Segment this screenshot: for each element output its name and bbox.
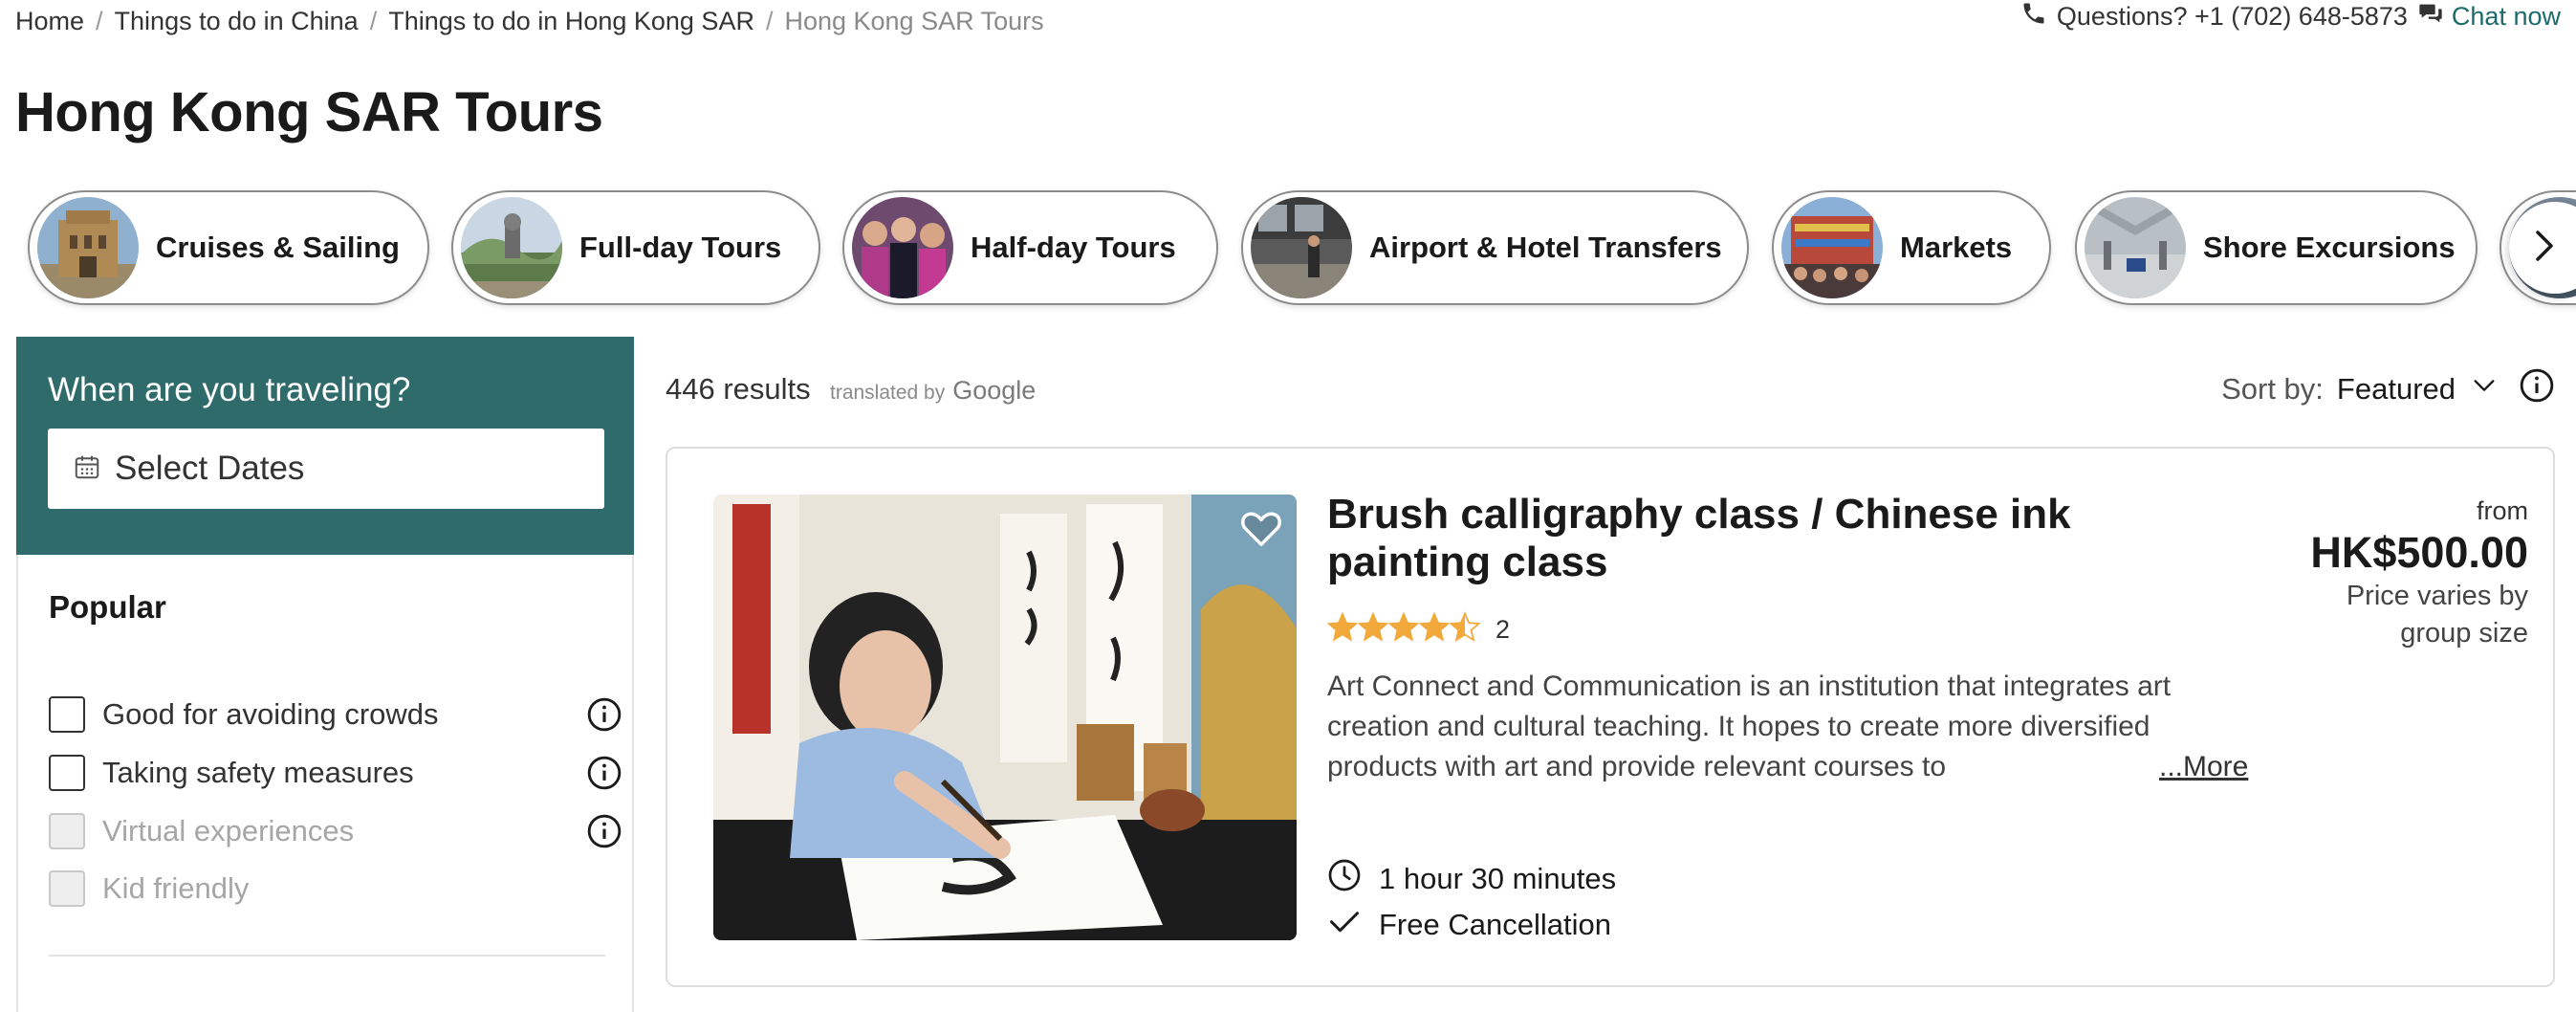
product-image[interactable]: [713, 495, 1297, 940]
chat-bubble-icon: [2417, 0, 2444, 33]
category-label: Airport & Hotel Transfers: [1369, 231, 1722, 264]
filter-checkbox-disabled: [49, 813, 85, 849]
free-cancellation: Free Cancellation: [1327, 904, 1611, 946]
calendar-icon: [73, 452, 101, 486]
category-thumbnail: [1781, 197, 1883, 298]
filter-avoiding-crowds[interactable]: Good for avoiding crowds: [49, 694, 622, 735]
chevron-down-icon[interactable]: [2471, 372, 2498, 407]
page-title: Hong Kong SAR Tours: [15, 81, 603, 143]
translated-by-label: translated by: [830, 382, 946, 404]
info-icon[interactable]: [2519, 367, 2555, 411]
sort-dropdown[interactable]: Featured: [2337, 372, 2456, 407]
price-note: Price varies by group size: [2346, 581, 2528, 649]
filter-panel: Popular Good for avoiding crowds Taking …: [16, 555, 634, 1012]
category-thumbnail: [1251, 197, 1352, 298]
rating: 2: [1327, 611, 1510, 649]
select-dates-button[interactable]: Select Dates: [48, 429, 604, 509]
heart-icon[interactable]: [1239, 508, 1283, 553]
duration-text: 1 hour 30 minutes: [1379, 862, 1617, 895]
review-count[interactable]: 2: [1495, 615, 1510, 645]
sort-control: Sort by: Featured: [2221, 367, 2555, 411]
duration: 1 hour 30 minutes: [1327, 858, 1616, 900]
category-label: Full-day Tours: [579, 231, 782, 264]
breadcrumb-hong-kong[interactable]: Things to do in Hong Kong SAR: [388, 7, 754, 36]
popular-filters-title: Popular: [49, 589, 166, 625]
info-icon[interactable]: [586, 696, 622, 737]
sort-label: Sort by:: [2221, 372, 2324, 406]
chat-now-link[interactable]: Chat now: [2452, 2, 2561, 32]
translated-by-google: translated by Google: [830, 376, 1036, 406]
breadcrumb-separator: /: [96, 6, 103, 35]
cancellation-text: Free Cancellation: [1379, 908, 1611, 941]
product-description: Art Connect and Communication is an inst…: [1327, 671, 2172, 782]
category-thumbnail: [852, 197, 953, 298]
category-cruises-sailing[interactable]: Cruises & Sailing: [28, 190, 429, 305]
category-thumbnail: [37, 197, 139, 298]
filter-virtual-experiences: Virtual experiences: [49, 811, 622, 851]
filter-label: Good for avoiding crowds: [102, 697, 439, 731]
select-dates-label: Select Dates: [115, 450, 305, 487]
results-count: 446 results: [666, 372, 811, 406]
clock-icon: [1327, 858, 1362, 900]
breadcrumb-home[interactable]: Home: [15, 7, 84, 36]
category-half-day-tours[interactable]: Half-day Tours: [842, 190, 1218, 305]
filter-label: Kid friendly: [102, 871, 250, 905]
date-panel-label: When are you traveling?: [48, 371, 411, 408]
star-rating-icons: [1327, 611, 1482, 649]
filter-kid-friendly: Kid friendly: [49, 869, 622, 909]
breadcrumb-china[interactable]: Things to do in China: [115, 7, 359, 36]
category-shore-excursions[interactable]: Shore Excursions: [2075, 190, 2478, 305]
date-picker-panel: When are you traveling? Select Dates: [16, 337, 634, 555]
category-full-day-tours[interactable]: Full-day Tours: [451, 190, 820, 305]
filter-checkbox-disabled: [49, 870, 85, 907]
breadcrumb-current: Hong Kong SAR Tours: [784, 6, 1044, 35]
category-label: Markets: [1900, 231, 2013, 264]
category-airport-hotel-transfers[interactable]: Airport & Hotel Transfers: [1241, 190, 1749, 305]
check-icon: [1327, 904, 1362, 946]
category-label: Half-day Tours: [971, 231, 1176, 264]
more-link[interactable]: ...More: [2148, 747, 2249, 787]
filter-divider: [49, 955, 605, 957]
breadcrumb: Home / Things to do in China / Things to…: [15, 6, 1044, 36]
breadcrumb-separator: /: [369, 6, 378, 35]
product-card[interactable]: Brush calligraphy class / Chinese ink pa…: [666, 447, 2555, 987]
filter-label: Virtual experiences: [102, 814, 355, 847]
google-logo-text: Google: [952, 376, 1037, 405]
chevron-right-icon: [2530, 227, 2559, 270]
price-from-label: from: [2477, 496, 2528, 525]
filter-checkbox[interactable]: [49, 755, 85, 791]
filter-label: Taking safety measures: [102, 756, 414, 789]
category-markets[interactable]: Markets: [1772, 190, 2051, 305]
phone-icon: [2020, 0, 2047, 33]
product-title[interactable]: Brush calligraphy class / Chinese ink pa…: [1327, 491, 2245, 586]
contact-bar: Questions? +1 (702) 648-5873 Chat now: [2020, 0, 2561, 33]
category-label: Cruises & Sailing: [156, 231, 400, 264]
category-thumbnail: [2085, 197, 2186, 298]
category-label: Shore Excursions: [2203, 231, 2456, 264]
filter-safety-measures[interactable]: Taking safety measures: [49, 753, 622, 793]
breadcrumb-separator: /: [765, 6, 774, 35]
category-thumbnail: [461, 197, 562, 298]
price-box: from HK$500.00 Price varies by group siz…: [2310, 496, 2528, 652]
filter-checkbox[interactable]: [49, 696, 85, 733]
info-icon[interactable]: [586, 755, 622, 796]
price: HK$500.00: [2310, 528, 2528, 577]
questions-phone[interactable]: Questions? +1 (702) 648-5873: [2057, 2, 2408, 32]
info-icon[interactable]: [586, 813, 622, 854]
